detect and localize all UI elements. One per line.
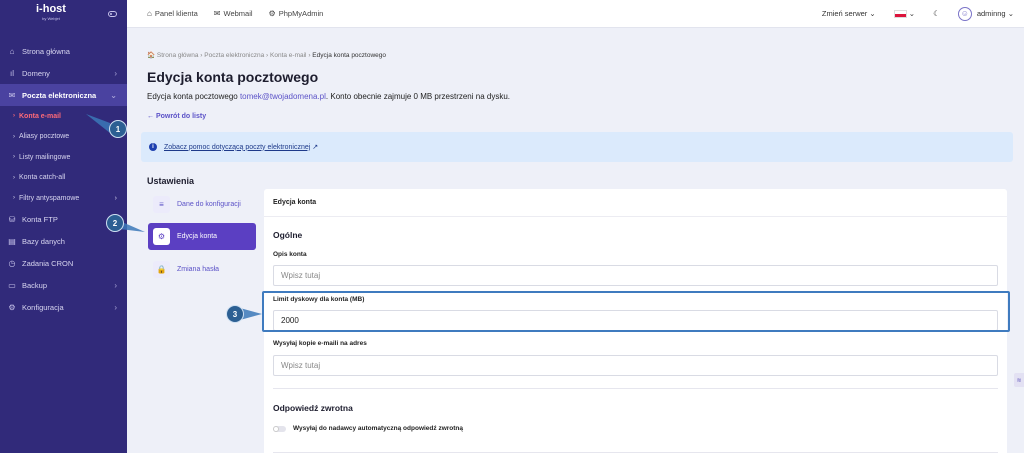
side-panel-tab-icon[interactable]: ≋	[1014, 373, 1024, 387]
annotation-badge-2: 2	[106, 214, 124, 232]
pointer-1	[86, 114, 110, 133]
annotation-badge-3: 3	[226, 305, 244, 323]
annotation-badge-1: 1	[109, 120, 127, 138]
annotation-pointers	[86, 114, 262, 320]
